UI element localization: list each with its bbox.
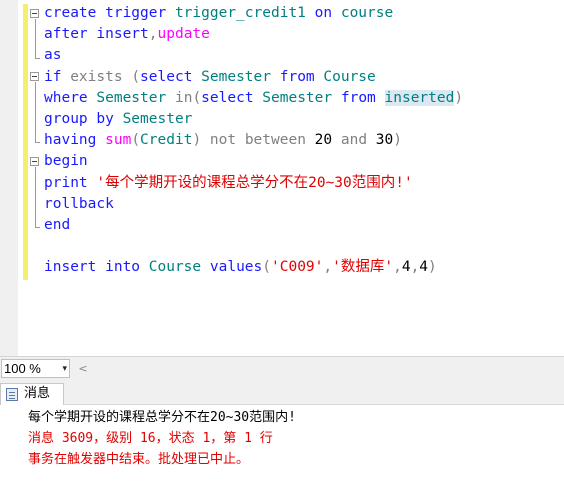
change-indicator-bar bbox=[23, 4, 28, 280]
code-token: ( bbox=[131, 68, 141, 85]
zoom-dropdown[interactable]: 100 % ▾ bbox=[1, 359, 70, 378]
code-token: update bbox=[157, 26, 210, 43]
code-token: Semester bbox=[122, 110, 193, 127]
code-token: begin bbox=[44, 153, 88, 170]
code-token: not between bbox=[209, 132, 315, 149]
error-message: 消息 3609，级别 16，状态 1，第 1 行 bbox=[28, 431, 273, 446]
code-token: select bbox=[201, 89, 263, 106]
code-line[interactable]: create trigger trigger_credit1 on course bbox=[44, 3, 564, 24]
code-token: , bbox=[393, 259, 402, 276]
code-token: and bbox=[340, 132, 376, 149]
print-message: 每个学期开设的课程总学分不在20~30范围内! bbox=[28, 410, 296, 425]
code-token: 4 bbox=[419, 259, 429, 276]
code-line[interactable]: end bbox=[44, 215, 564, 236]
scroll-left-icon[interactable]: < bbox=[76, 360, 90, 377]
outline-guide bbox=[35, 19, 36, 59]
dropdown-arrow-icon: ▾ bbox=[62, 363, 67, 373]
outline-guide bbox=[35, 167, 36, 228]
code-token: Semester bbox=[96, 89, 175, 106]
collapse-icon[interactable] bbox=[30, 9, 39, 18]
code-token: , bbox=[148, 26, 158, 43]
code-line[interactable]: if exists (select Semester from Course bbox=[44, 67, 564, 88]
outline-guide bbox=[35, 82, 36, 143]
code-token: sum bbox=[105, 132, 132, 149]
messages-icon bbox=[6, 388, 18, 401]
outline-guide-end bbox=[35, 142, 40, 143]
code-token: group by bbox=[44, 110, 123, 127]
code-line[interactable]: rollback bbox=[44, 194, 564, 215]
editor-status-strip: 100 % ▾ < bbox=[0, 356, 564, 380]
code-text[interactable]: create trigger trigger_credit1 on course… bbox=[44, 3, 564, 278]
code-token: , bbox=[323, 259, 333, 276]
code-token: ( bbox=[192, 89, 202, 106]
code-line[interactable]: having sum(Credit) not between 20 and 30… bbox=[44, 130, 564, 151]
code-token: Semester bbox=[201, 68, 280, 85]
error-message: 事务在触发器中结束。批处理已中止。 bbox=[28, 452, 250, 467]
code-token: end bbox=[44, 216, 71, 233]
code-token: insert into bbox=[44, 259, 149, 276]
results-tab-bar: 消息 bbox=[0, 380, 564, 405]
zoom-value: 100 % bbox=[4, 361, 41, 376]
code-token: Course bbox=[323, 68, 376, 85]
code-token: create trigger bbox=[44, 5, 175, 21]
code-line[interactable]: after insert,update bbox=[44, 24, 564, 45]
code-token: print bbox=[44, 174, 97, 191]
code-token: values bbox=[209, 259, 263, 276]
code-token: rollback bbox=[44, 195, 114, 212]
code-token: ) bbox=[428, 259, 437, 276]
code-token: trigger_credit1 bbox=[174, 5, 315, 21]
code-token: ) bbox=[192, 132, 210, 149]
code-token: inserted bbox=[384, 89, 455, 106]
code-token: select bbox=[140, 68, 202, 85]
collapse-icon[interactable] bbox=[30, 72, 39, 81]
code-token: having bbox=[44, 132, 106, 149]
code-line[interactable]: as bbox=[44, 45, 564, 66]
code-token: Credit bbox=[140, 132, 193, 149]
code-token: as bbox=[44, 47, 62, 64]
code-token: 'C009' bbox=[271, 259, 324, 276]
code-token: ( bbox=[131, 132, 141, 149]
code-token: , bbox=[410, 259, 420, 276]
code-line[interactable] bbox=[44, 236, 564, 257]
code-token: ( bbox=[262, 259, 271, 276]
code-token: from bbox=[279, 68, 324, 85]
code-token: where bbox=[44, 89, 97, 106]
code-token: from bbox=[340, 89, 385, 106]
code-token: Course bbox=[148, 259, 210, 276]
code-token: on bbox=[314, 5, 341, 21]
code-line[interactable]: where Semester in(select Semester from i… bbox=[44, 88, 564, 109]
collapse-icon[interactable] bbox=[30, 157, 39, 166]
code-line[interactable]: insert into Course values('C009','数据库',4… bbox=[44, 257, 564, 278]
code-token: ) bbox=[454, 89, 464, 106]
code-token: 30 bbox=[375, 132, 394, 149]
code-line[interactable]: begin bbox=[44, 151, 564, 172]
code-token: '数据库' bbox=[332, 259, 394, 276]
code-token: in bbox=[174, 89, 193, 106]
outline-guide-end bbox=[35, 58, 40, 59]
code-token: ) bbox=[393, 132, 402, 149]
query-editor[interactable]: create trigger trigger_credit1 on course… bbox=[0, 0, 564, 356]
code-token: 20 bbox=[314, 132, 341, 149]
code-token: course bbox=[340, 5, 394, 21]
code-line[interactable]: group by Semester bbox=[44, 109, 564, 130]
editor-gutter bbox=[0, 0, 18, 356]
code-token: '每个学期开设的课程总学分不在20~30范围内!' bbox=[96, 174, 413, 191]
code-line[interactable]: print '每个学期开设的课程总学分不在20~30范围内!' bbox=[44, 173, 564, 194]
code-token: Semester bbox=[262, 89, 341, 106]
outline-guide-end bbox=[35, 227, 40, 228]
tab-messages[interactable]: 消息 bbox=[0, 383, 64, 405]
code-token: after insert bbox=[44, 26, 149, 43]
code-token: if bbox=[44, 68, 71, 85]
tab-messages-label: 消息 bbox=[24, 386, 51, 401]
code-token: exists bbox=[70, 68, 132, 85]
messages-panel: 每个学期开设的课程总学分不在20~30范围内! 消息 3609，级别 16，状态 … bbox=[28, 407, 296, 470]
code-token: 4 bbox=[401, 259, 411, 276]
